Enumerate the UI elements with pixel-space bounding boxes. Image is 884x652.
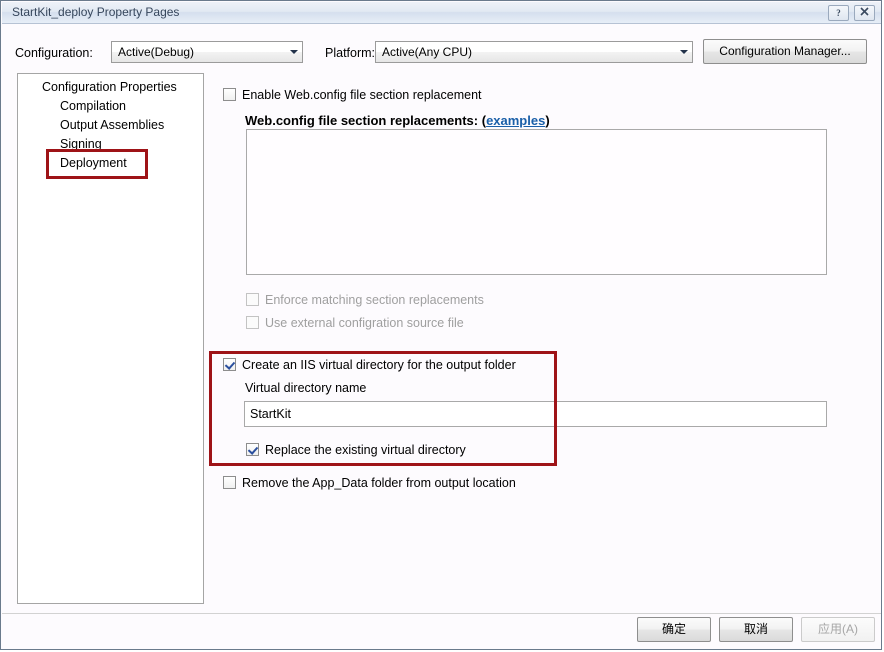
- enforce-matching-replacements-checkbox: Enforce matching section replacements: [246, 293, 484, 307]
- use-external-config-source-checkbox: Use external configration source file: [246, 316, 464, 330]
- checkbox-box: [223, 88, 236, 101]
- ok-button[interactable]: 确定: [637, 617, 711, 642]
- create-iis-virtual-directory-label: Create an IIS virtual directory for the …: [242, 358, 516, 372]
- property-pages-dialog: StartKit_deploy Property Pages ? Configu…: [0, 0, 882, 650]
- remove-appdata-folder-checkbox[interactable]: Remove the App_Data folder from output l…: [223, 476, 516, 490]
- configuration-tree-panel[interactable]: Configuration Properties Compilation Out…: [17, 73, 204, 604]
- bracket-close: ): [545, 113, 550, 128]
- close-icon[interactable]: [854, 5, 875, 21]
- checkbox-box: [246, 316, 259, 329]
- enable-webconfig-replacement-label: Enable Web.config file section replaceme…: [242, 88, 482, 102]
- replace-existing-virtual-directory-label: Replace the existing virtual directory: [265, 443, 466, 457]
- title-bar: StartKit_deploy Property Pages ?: [2, 2, 881, 24]
- use-external-config-source-label: Use external configration source file: [265, 316, 464, 330]
- window-title: StartKit_deploy Property Pages: [12, 5, 180, 19]
- replacements-heading-text: Web.config file section replacements:: [245, 113, 479, 128]
- tree-item-configuration-properties[interactable]: Configuration Properties: [42, 80, 177, 94]
- configuration-dropdown[interactable]: Active(Debug): [111, 41, 303, 63]
- create-iis-virtual-directory-checkbox[interactable]: Create an IIS virtual directory for the …: [223, 358, 516, 372]
- checkbox-box: [223, 476, 236, 489]
- tree-item-output-assemblies[interactable]: Output Assemblies: [60, 118, 164, 132]
- close-icon-glyph: [860, 7, 869, 16]
- chevron-down-icon: [680, 50, 688, 54]
- remove-appdata-folder-label: Remove the App_Data folder from output l…: [242, 476, 516, 490]
- configuration-manager-button[interactable]: Configuration Manager...: [703, 39, 867, 64]
- checkbox-box: [223, 358, 236, 371]
- virtual-directory-name-label: Virtual directory name: [245, 381, 367, 395]
- checkbox-box: [246, 443, 259, 456]
- examples-link[interactable]: examples: [486, 113, 545, 128]
- cancel-button[interactable]: 取消: [719, 617, 793, 642]
- platform-label: Platform:: [325, 46, 376, 60]
- configuration-dropdown-value: Active(Debug): [118, 45, 195, 59]
- tree-item-deployment[interactable]: Deployment: [60, 156, 127, 170]
- replacements-textarea[interactable]: [246, 129, 827, 275]
- virtual-directory-name-input[interactable]: [244, 401, 827, 427]
- platform-dropdown-value: Active(Any CPU): [382, 45, 473, 59]
- svg-text:?: ?: [836, 8, 841, 18]
- tree-item-compilation[interactable]: Compilation: [60, 99, 126, 113]
- configuration-label: Configuration:: [15, 46, 93, 60]
- footer-separator: [2, 613, 881, 614]
- tree-item-signing[interactable]: Signing: [60, 137, 102, 151]
- help-icon[interactable]: ?: [828, 5, 849, 21]
- enforce-matching-replacements-label: Enforce matching section replacements: [265, 293, 484, 307]
- replacements-heading: Web.config file section replacements: (e…: [245, 113, 550, 128]
- apply-button: 应用(A): [801, 617, 875, 642]
- platform-dropdown[interactable]: Active(Any CPU): [375, 41, 693, 63]
- enable-webconfig-replacement-checkbox[interactable]: Enable Web.config file section replaceme…: [223, 88, 482, 102]
- checkbox-box: [246, 293, 259, 306]
- help-icon-glyph: ?: [836, 8, 841, 18]
- replace-existing-virtual-directory-checkbox[interactable]: Replace the existing virtual directory: [246, 443, 466, 457]
- chevron-down-icon: [290, 50, 298, 54]
